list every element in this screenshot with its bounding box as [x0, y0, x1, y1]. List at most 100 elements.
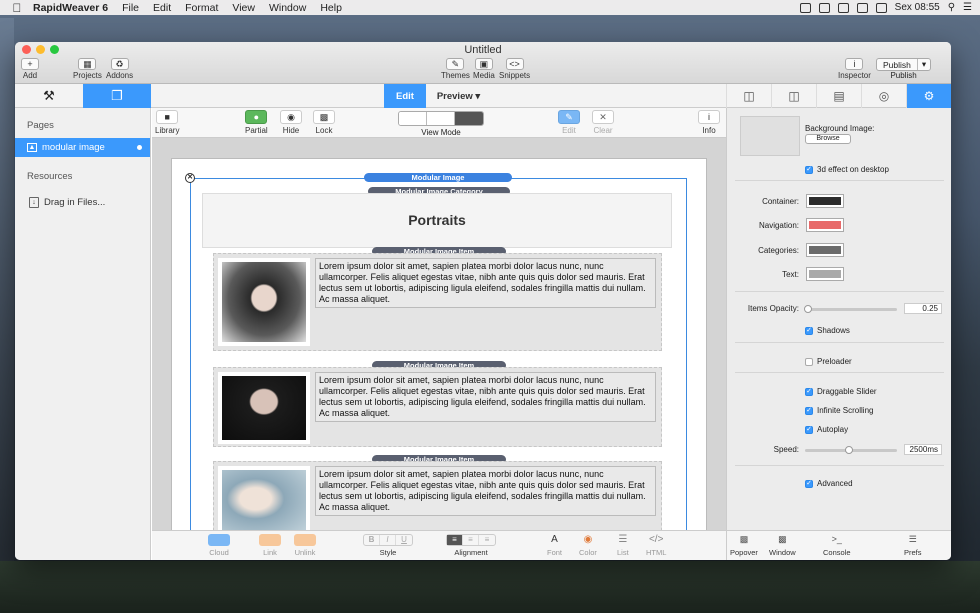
inspector-bottom-bar: ▩ Popover ▩ Window >_ Console ☰ Prefs: [726, 530, 951, 560]
edit-mode-tab[interactable]: Edit: [384, 84, 426, 108]
modular-image-label[interactable]: Modular Image: [364, 173, 512, 182]
inspector-button[interactable]: i Inspector: [838, 58, 871, 80]
menu-file[interactable]: File: [115, 2, 146, 14]
search-icon[interactable]: ⚲: [948, 2, 955, 13]
category-box[interactable]: Portraits: [202, 193, 672, 248]
tab-wrench[interactable]: ⚒: [15, 84, 83, 108]
addons-button[interactable]: ♻ Addons: [106, 58, 133, 80]
chevron-down-icon[interactable]: ▾: [916, 59, 930, 70]
prefs-button[interactable]: ☰ Prefs: [904, 534, 922, 557]
flag-icon[interactable]: [875, 2, 887, 13]
popover-button[interactable]: ▩ Popover: [730, 534, 758, 557]
container-swatch: [809, 197, 841, 205]
align-center-button[interactable]: ≡: [463, 535, 479, 545]
edit-button[interactable]: ✎ Edit: [558, 110, 580, 135]
background-image-label: Background Image:: [805, 124, 875, 133]
view-mode-large[interactable]: [455, 112, 483, 125]
cloud-button[interactable]: Cloud: [208, 534, 230, 557]
item-text[interactable]: Lorem ipsum dolor sit amet, sapien plate…: [315, 372, 656, 422]
text-color-well[interactable]: [806, 267, 844, 281]
categories-color-well[interactable]: [806, 243, 844, 257]
align-right-button[interactable]: ≡: [479, 535, 495, 545]
console-button[interactable]: >_ Console: [823, 534, 851, 557]
text-color-label: Text:: [782, 270, 799, 279]
navigation-color-well[interactable]: [806, 218, 844, 232]
add-button[interactable]: + Add: [21, 58, 39, 80]
menu-app[interactable]: RapidWeaver 6: [26, 2, 115, 14]
speed-slider[interactable]: [805, 446, 897, 454]
view-mode-medium[interactable]: [427, 112, 455, 125]
preview-mode-tab[interactable]: Preview ▾: [426, 84, 491, 108]
autoplay-checkbox[interactable]: ✓ Autoplay: [805, 425, 848, 434]
info-button[interactable]: i Info: [698, 110, 720, 135]
apple-icon[interactable]: : [8, 1, 26, 15]
opacity-slider-knob[interactable]: [804, 305, 812, 313]
clear-button[interactable]: ✕ Clear: [592, 110, 614, 135]
publish-button[interactable]: Publish ▾: [876, 58, 932, 71]
tab-page-inspector[interactable]: ◫: [726, 84, 771, 108]
inspector-panel: Background Image: Browse ✓ 3d effect on …: [726, 108, 951, 530]
status-icon[interactable]: [818, 2, 830, 13]
pages-icon: ❐: [111, 88, 123, 103]
clock[interactable]: Sex 08:55: [895, 2, 940, 13]
background-image-well[interactable]: [740, 116, 800, 156]
snippets-button[interactable]: <> Snippets: [499, 58, 530, 80]
tab-pages[interactable]: ❐: [83, 84, 151, 108]
effect-3d-checkbox[interactable]: ✓ 3d effect on desktop: [805, 165, 889, 174]
desktop-bottom: [0, 561, 980, 613]
html-button[interactable]: </> HTML: [646, 534, 666, 557]
item-text[interactable]: Lorem ipsum dolor sit amet, sapien plate…: [315, 258, 656, 308]
drag-in-files[interactable]: ↓ Drag in Files...: [15, 193, 150, 211]
volume-icon[interactable]: [856, 2, 868, 13]
themes-button[interactable]: ✎ Themes: [441, 58, 470, 80]
window-icon: ▩: [778, 534, 787, 544]
menu-view[interactable]: View: [225, 2, 262, 14]
window-button[interactable]: ▩ Window: [769, 534, 796, 557]
item-text[interactable]: Lorem ipsum dolor sit amet, sapien plate…: [315, 466, 656, 516]
draggable-slider-checkbox[interactable]: ✓ Draggable Slider: [805, 387, 877, 396]
remove-icon[interactable]: ✕: [185, 173, 195, 183]
projects-button[interactable]: ▦ Projects: [73, 58, 102, 80]
infinite-scrolling-checkbox[interactable]: ✓ Infinite Scrolling: [805, 406, 873, 415]
dropbox-icon[interactable]: [799, 2, 811, 13]
speed-value[interactable]: 2500ms: [904, 444, 942, 455]
underline-button[interactable]: U: [396, 535, 412, 545]
sidebar-item-page[interactable]: ▲ modular image: [15, 138, 150, 157]
list-item[interactable]: Lorem ipsum dolor sit amet, sapien plate…: [213, 461, 662, 530]
library-button[interactable]: ■ Library: [155, 110, 179, 135]
lock-button[interactable]: ▩ Lock: [313, 110, 335, 135]
media-button[interactable]: ▣ Media: [473, 58, 495, 80]
list-item[interactable]: Lorem ipsum dolor sit amet, sapien plate…: [213, 253, 662, 351]
color-button[interactable]: ◉ Color: [579, 534, 597, 557]
list-item[interactable]: Lorem ipsum dolor sit amet, sapien plate…: [213, 367, 662, 447]
menu-list-icon[interactable]: ☰: [963, 2, 972, 13]
preloader-checkbox[interactable]: Preloader: [805, 357, 852, 366]
align-left-button[interactable]: ≡: [447, 535, 463, 545]
browse-button[interactable]: Browse: [805, 134, 851, 144]
advanced-checkbox[interactable]: ✓ Advanced: [805, 479, 853, 488]
partial-button[interactable]: ● Partial: [245, 110, 268, 135]
menu-edit[interactable]: Edit: [146, 2, 178, 14]
tab-layout-inspector[interactable]: ◫: [771, 84, 816, 108]
menu-window[interactable]: Window: [262, 2, 313, 14]
container-color-well[interactable]: [806, 194, 844, 208]
tab-header-inspector[interactable]: ▤: [816, 84, 861, 108]
download-icon: ↓: [29, 196, 39, 208]
list-button[interactable]: ☰ List: [617, 534, 629, 557]
tab-style-inspector[interactable]: ◎: [861, 84, 906, 108]
italic-button[interactable]: I: [380, 535, 396, 545]
unlink-button[interactable]: Unlink: [294, 534, 316, 557]
wifi-icon[interactable]: [837, 2, 849, 13]
bold-button[interactable]: B: [364, 535, 380, 545]
opacity-slider[interactable]: [804, 305, 897, 313]
font-button[interactable]: A Font: [547, 534, 562, 557]
tab-settings[interactable]: ⚙: [906, 84, 951, 108]
view-mode-small[interactable]: [399, 112, 427, 125]
link-button[interactable]: Link: [259, 534, 281, 557]
speed-slider-knob[interactable]: [845, 446, 853, 454]
menu-format[interactable]: Format: [178, 2, 225, 14]
opacity-value[interactable]: 0.25: [904, 303, 942, 314]
shadows-checkbox[interactable]: ✓ Shadows: [805, 326, 850, 335]
menu-help[interactable]: Help: [313, 2, 349, 14]
hide-button[interactable]: ◉ Hide: [280, 110, 302, 135]
